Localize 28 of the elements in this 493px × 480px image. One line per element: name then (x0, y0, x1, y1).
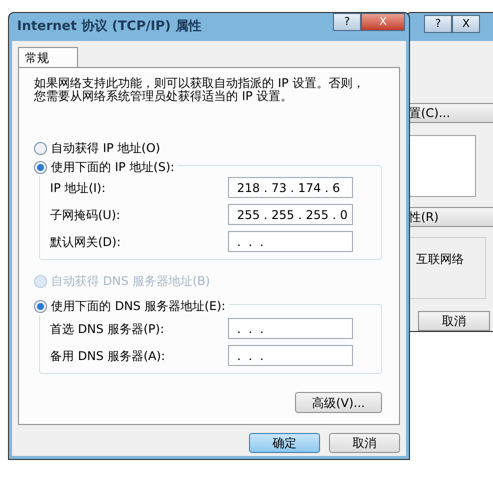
ip-address-field[interactable]: 255 . 255 . 255 . 0 (228, 204, 353, 225)
ip-address-field[interactable]: . . . (228, 318, 353, 339)
radio-button[interactable] (34, 300, 47, 312)
radio-label: 使用下面的 IP 地址(S): (51, 159, 174, 176)
tab[interactable]: 常规 (18, 47, 78, 67)
cancel-button[interactable]: 取消 (418, 311, 490, 331)
radio-label: 使用下面的 DNS 服务器地址(E): (51, 298, 226, 315)
advanced-button[interactable]: 高级(V)... (295, 392, 382, 413)
help-button[interactable]: ? (424, 15, 452, 33)
radio-label: 自动获得 DNS 服务器地址(B) (51, 273, 210, 290)
help-button[interactable]: ? (333, 13, 361, 31)
intro-text: 如果网络支持此功能，则可以获取自动指派的 IP 设置。否则，您需要从网络系统管理员处获得适当的 IP 设置。 (34, 77, 366, 103)
radio-button[interactable] (34, 160, 47, 174)
ip-address-field[interactable]: . . . (228, 231, 353, 252)
description-text: 互联网络 (416, 252, 464, 266)
field-label: 备用 DNS 服务器(A): (50, 348, 166, 364)
field-label: 首选 DNS 服务器(P): (50, 320, 166, 338)
window-title: Internet 协议 (TCP/IP) 属性 (17, 18, 202, 36)
dialog-button[interactable]: 取消 (329, 433, 400, 453)
radio-label: 自动获得 IP 地址(O) (51, 140, 160, 157)
radio-button[interactable] (34, 142, 47, 154)
field-label: 默认网关(D): (50, 234, 122, 250)
field-label: 子网掩码(U): (50, 206, 122, 224)
ip-address-field[interactable]: . . . (228, 345, 353, 366)
close-button[interactable]: X (452, 15, 480, 33)
dialog-button[interactable]: 确定 (249, 433, 320, 453)
field-label: IP 地址(I): (50, 180, 107, 196)
ip-address-field[interactable]: 218 . 73 . 174 . 6 (228, 177, 353, 198)
